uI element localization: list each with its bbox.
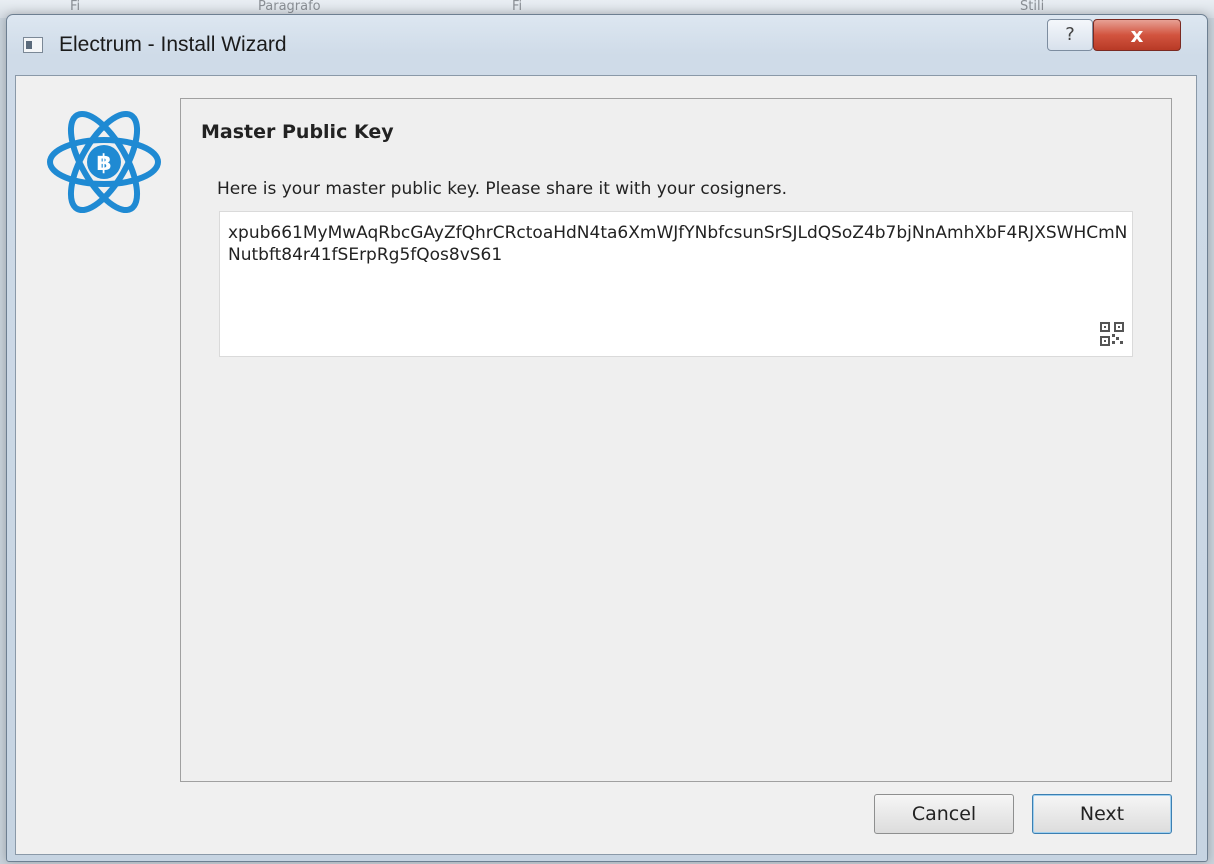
title-bar[interactable]: Electrum - Install Wizard ? x (7, 15, 1207, 65)
electrum-logo-icon: ฿ (47, 110, 161, 214)
svg-text:฿: ฿ (96, 151, 111, 176)
background-label: Stili (1020, 0, 1045, 14)
install-wizard-window: Electrum - Install Wizard ? x ฿ Master P… (6, 14, 1208, 862)
wizard-content: ฿ Master Public Key Here is your master … (15, 75, 1197, 855)
page-title: Master Public Key (201, 121, 394, 143)
window-title: Electrum - Install Wizard (59, 33, 287, 56)
help-button[interactable]: ? (1047, 19, 1093, 51)
app-window-icon (23, 37, 43, 53)
background-label: Fi (512, 0, 523, 14)
background-label: Paragrafo (258, 0, 321, 14)
master-public-key-field[interactable]: xpub661MyMwAqRbcGAyZfQhrCRctoaHdN4ta6XmW… (219, 211, 1133, 357)
close-button[interactable]: x (1093, 19, 1181, 51)
cancel-button[interactable]: Cancel (874, 794, 1014, 834)
qr-code-icon[interactable] (1100, 322, 1124, 346)
master-public-key-value[interactable]: xpub661MyMwAqRbcGAyZfQhrCRctoaHdN4ta6XmW… (228, 222, 1128, 266)
master-public-key-panel: Master Public Key Here is your master pu… (180, 98, 1172, 782)
background-label: Fi (70, 0, 81, 14)
instruction-text: Here is your master public key. Please s… (217, 179, 787, 199)
next-button[interactable]: Next (1032, 794, 1172, 834)
